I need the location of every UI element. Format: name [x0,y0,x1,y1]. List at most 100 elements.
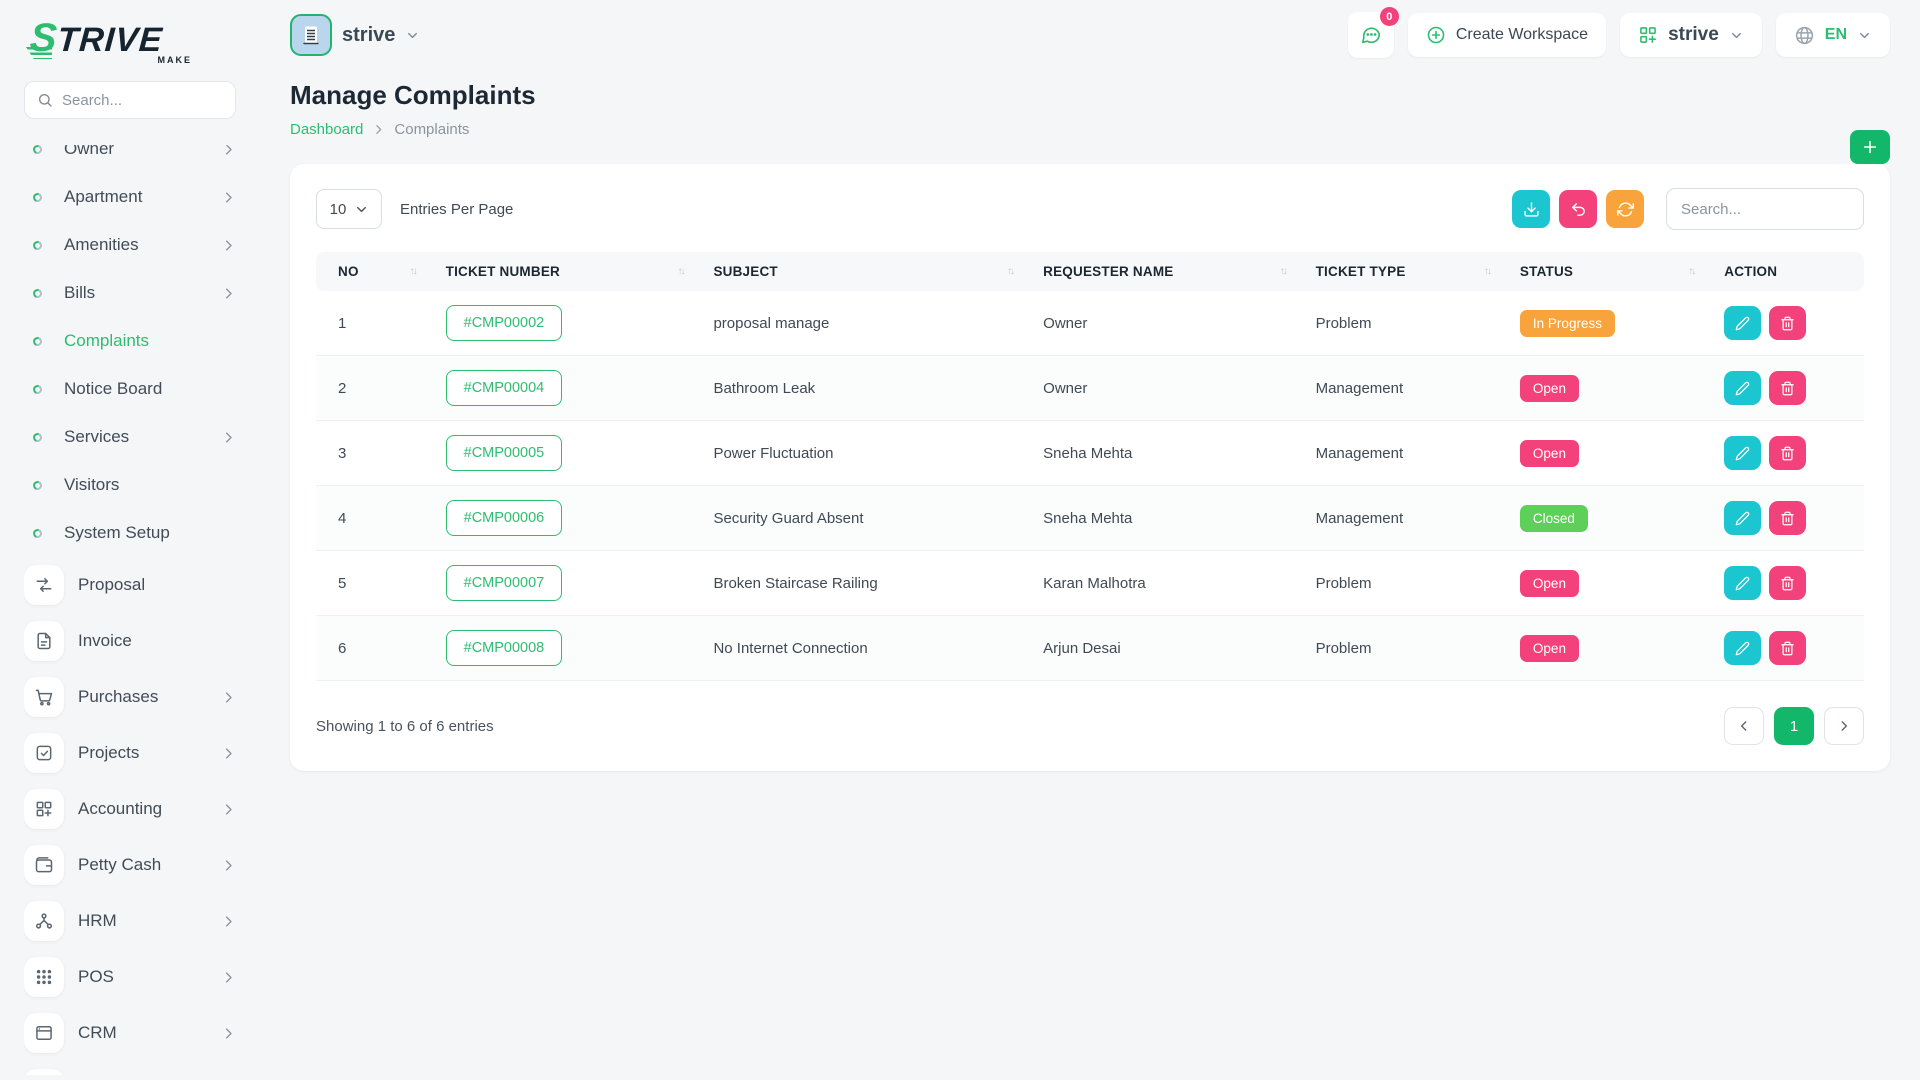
workspace-switcher-label: strive [1668,24,1719,46]
sidebar-item-petty-cash[interactable]: Petty Cash [24,837,236,893]
sidebar-item-apartment[interactable]: Apartment [24,173,236,221]
column-header-ticket-number[interactable]: TICKET NUMBER ↑↓ [434,252,702,291]
column-header-status[interactable]: STATUS ↑↓ [1508,252,1712,291]
sidebar-item-complaints[interactable]: Complaints [24,317,236,365]
sidebar-search-input[interactable] [62,92,223,109]
cell-requester-name: Arjun Desai [1031,616,1303,681]
cell-ticket-type: Management [1304,486,1508,551]
sidebar-item-hrm[interactable]: HRM [24,893,236,949]
trash-icon [1780,381,1795,396]
bullet-icon [24,241,50,250]
topbar-actions: 0 Create Workspace strive [1348,12,1890,58]
breadcrumb-dashboard-link[interactable]: Dashboard [290,121,363,138]
add-complaint-button[interactable] [1850,130,1890,164]
sidebar-item-visitors[interactable]: Visitors [24,461,236,509]
previous-page-button[interactable] [1724,707,1764,745]
sidebar-item-messenger[interactable]: Messenger [24,1061,236,1075]
petty-cash-icon [24,845,64,885]
edit-button[interactable] [1724,371,1761,405]
page-content: Manage Complaints Dashboard Complaints 1… [260,80,1920,771]
sidebar-item-owner[interactable]: Owner [24,125,236,173]
delete-button[interactable] [1769,306,1806,340]
sidebar-item-label: Invoice [78,631,236,651]
chevron-right-icon [372,123,385,136]
bullet-icon [24,385,50,394]
sidebar-item-label: Petty Cash [78,855,207,875]
brand-logo[interactable]: STRIVE MAKE [24,16,236,65]
sidebar-item-proposal[interactable]: Proposal [24,557,236,613]
edit-button[interactable] [1724,436,1761,470]
cell-ticket-type: Management [1304,356,1508,421]
sidebar-item-projects[interactable]: Projects [24,725,236,781]
column-header-no[interactable]: NO ↑↓ [316,252,434,291]
delete-button[interactable] [1769,566,1806,600]
showing-entries-text: Showing 1 to 6 of 6 entries [316,718,494,735]
bullet-icon [24,193,50,202]
chevron-right-icon [221,802,236,817]
edit-button[interactable] [1724,631,1761,665]
edit-button[interactable] [1724,566,1761,600]
sort-icon[interactable]: ↑↓ [677,266,689,277]
sort-icon[interactable]: ↑↓ [1688,266,1700,277]
workspace-selector[interactable]: strive [290,14,420,56]
language-label: EN [1825,26,1847,44]
column-header-requester-name[interactable]: REQUESTER NAME ↑↓ [1031,252,1303,291]
language-selector[interactable]: EN [1776,13,1890,57]
sort-icon[interactable]: ↑↓ [1280,266,1292,277]
edit-button[interactable] [1724,501,1761,535]
table-search-input[interactable] [1666,188,1864,230]
sidebar-item-label: Complaints [64,331,236,351]
chevron-right-icon [221,190,236,205]
sidebar-item-label: Purchases [78,687,207,707]
table-row: 4 #CMP00006 Security Guard Absent Sneha … [316,486,1864,551]
export-download-button[interactable] [1512,190,1550,228]
trash-icon [1780,446,1795,461]
plus-icon [1862,139,1878,155]
sidebar-item-system-setup[interactable]: System Setup [24,509,236,557]
sidebar-item-label: Apartment [64,187,207,207]
table-row: 2 #CMP00004 Bathroom Leak Owner Manageme… [316,356,1864,421]
refresh-button[interactable] [1606,190,1644,228]
sort-icon[interactable]: ↑↓ [410,266,422,277]
delete-button[interactable] [1769,631,1806,665]
delete-button[interactable] [1769,371,1806,405]
sidebar-item-purchases[interactable]: Purchases [24,669,236,725]
sidebar-item-services[interactable]: Services [24,413,236,461]
sidebar-item-notice-board[interactable]: Notice Board [24,365,236,413]
delete-button[interactable] [1769,436,1806,470]
next-page-button[interactable] [1824,707,1864,745]
chevron-right-icon [1837,719,1851,733]
sidebar-item-invoice[interactable]: Invoice [24,613,236,669]
sidebar-item-bills[interactable]: Bills [24,269,236,317]
sidebar-item-crm[interactable]: CRM [24,1005,236,1061]
workspace-switcher[interactable]: strive [1620,13,1762,57]
bullet-icon [24,289,50,298]
column-header-ticket-type[interactable]: TICKET TYPE ↑↓ [1304,252,1508,291]
main-area: strive 0 Create Workspace [260,0,1920,1080]
table-row: 1 #CMP00002 proposal manage Owner Proble… [316,291,1864,356]
page-1-button[interactable]: 1 [1774,707,1814,745]
plus-circle-icon [1426,25,1446,45]
cell-subject: Security Guard Absent [701,486,1031,551]
grid-plus-icon [1638,25,1658,45]
bullet-icon [24,337,50,346]
create-workspace-button[interactable]: Create Workspace [1408,13,1606,57]
chat-button[interactable]: 0 [1348,12,1394,58]
sidebar-item-label: Bills [64,283,207,303]
sidebar-item-accounting[interactable]: Accounting [24,781,236,837]
undo-button[interactable] [1559,190,1597,228]
column-header-label: STATUS [1520,264,1573,279]
entries-per-page-select[interactable]: 10 [316,189,382,229]
edit-button[interactable] [1724,306,1761,340]
pencil-icon [1735,576,1750,591]
purchases-icon [24,677,64,717]
sort-icon[interactable]: ↑↓ [1007,266,1019,277]
status-badge: Open [1520,440,1579,467]
sidebar-item-label: CRM [78,1023,207,1043]
delete-button[interactable] [1769,501,1806,535]
column-header-subject[interactable]: SUBJECT ↑↓ [701,252,1031,291]
sidebar-item-amenities[interactable]: Amenities [24,221,236,269]
column-header-action[interactable]: ACTION [1712,252,1864,291]
sidebar-item-pos[interactable]: POS [24,949,236,1005]
sort-icon[interactable]: ↑↓ [1484,266,1496,277]
